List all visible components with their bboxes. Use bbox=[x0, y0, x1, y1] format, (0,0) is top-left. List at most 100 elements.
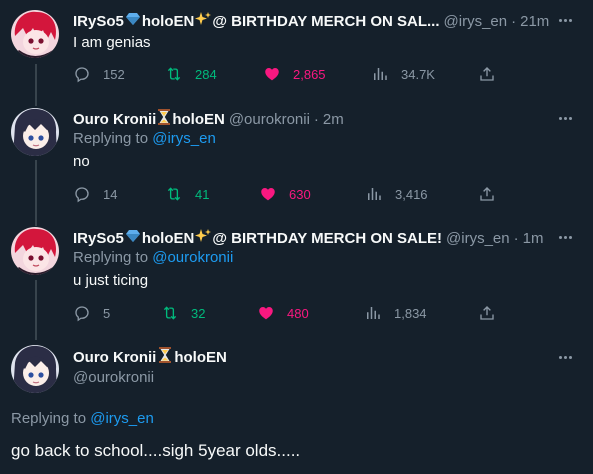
tweet[interactable]: Ouro Kronii holoEN @ourokronii · 2m Repl… bbox=[0, 108, 593, 208]
tweet-text: u just ticing bbox=[73, 272, 149, 289]
reply-icon bbox=[75, 306, 89, 322]
reply-icon bbox=[75, 67, 89, 83]
irys-avatar-icon bbox=[11, 10, 59, 58]
replying-to-link[interactable]: @ourokronii bbox=[152, 249, 233, 266]
tweet-header: IRySo5 holoEN @ BIRTHDAY MERCH ON SALE! … bbox=[73, 227, 553, 249]
display-name[interactable]: IRySo5 bbox=[73, 230, 124, 247]
like-count: 2,865 bbox=[293, 66, 326, 82]
replying-to: Replying to @irys_en bbox=[11, 410, 154, 427]
share-button[interactable] bbox=[478, 303, 508, 323]
more-options-icon[interactable] bbox=[555, 12, 575, 28]
handle[interactable]: @ourokronii bbox=[73, 369, 154, 386]
handle[interactable]: @irys_en bbox=[444, 13, 508, 30]
retweet-icon bbox=[167, 187, 181, 201]
avatar[interactable] bbox=[11, 345, 59, 393]
handle[interactable]: @irys_en bbox=[446, 230, 510, 247]
view-count: 3,416 bbox=[395, 186, 428, 202]
more-options-icon[interactable] bbox=[555, 229, 575, 245]
reply-count: 152 bbox=[103, 66, 125, 82]
kronii-avatar-icon bbox=[11, 108, 59, 156]
separator: · bbox=[511, 12, 517, 30]
share-icon bbox=[480, 67, 494, 81]
retweet-button[interactable]: 41 bbox=[165, 184, 209, 204]
reply-button[interactable]: 14 bbox=[73, 184, 117, 204]
retweet-button[interactable]: 32 bbox=[161, 303, 205, 323]
replying-to-link[interactable]: @irys_en bbox=[90, 410, 154, 427]
heart-filled-icon bbox=[259, 307, 273, 320]
avatar[interactable] bbox=[11, 108, 59, 156]
retweet-count: 32 bbox=[191, 305, 206, 321]
display-name[interactable]: Ouro Kronii bbox=[73, 111, 156, 128]
timestamp[interactable]: 1m bbox=[523, 230, 544, 247]
heart-filled-icon bbox=[261, 188, 275, 201]
replying-to: Replying to @ourokronii bbox=[73, 249, 233, 266]
share-icon bbox=[480, 306, 494, 320]
tweet-actions: 5 32 480 1,834 bbox=[73, 303, 503, 323]
tweet-text: go back to school....sigh 5year olds....… bbox=[11, 441, 301, 460]
replying-prefix: Replying to bbox=[73, 130, 149, 147]
gem-icon bbox=[125, 12, 141, 30]
replying-prefix: Replying to bbox=[73, 249, 149, 266]
share-button[interactable] bbox=[478, 64, 508, 84]
replying-to: Replying to @irys_en bbox=[73, 130, 216, 147]
main-display-name-row: Ouro Kronii holoEN bbox=[73, 347, 227, 367]
timestamp[interactable]: 21m bbox=[520, 13, 549, 30]
like-button[interactable]: 480 bbox=[257, 303, 309, 323]
handle[interactable]: @ourokronii bbox=[229, 111, 310, 128]
tweet-text: I am genias bbox=[73, 34, 151, 51]
name-suffix: holoEN bbox=[141, 229, 195, 247]
hourglass-icon bbox=[157, 109, 171, 129]
replying-to-link[interactable]: @irys_en bbox=[152, 130, 216, 147]
views-button[interactable]: 1,834 bbox=[364, 303, 427, 323]
views-button[interactable]: 34.7K bbox=[371, 64, 435, 84]
tweet-actions: 152 284 2,865 34.7K bbox=[73, 64, 503, 84]
gem-icon bbox=[125, 229, 141, 247]
view-count: 34.7K bbox=[401, 66, 435, 82]
retweet-count: 284 bbox=[195, 66, 217, 82]
tweet-actions: 14 41 630 3,416 bbox=[73, 184, 503, 204]
retweet-icon bbox=[163, 306, 177, 320]
reply-button[interactable]: 5 bbox=[73, 303, 110, 323]
like-button[interactable]: 2,865 bbox=[263, 64, 326, 84]
reply-count: 5 bbox=[103, 305, 111, 321]
hourglass-icon bbox=[158, 347, 172, 367]
tweet-text: no bbox=[73, 153, 90, 170]
kronii-avatar-icon bbox=[11, 345, 59, 393]
share-button[interactable] bbox=[478, 184, 508, 204]
heart-filled-icon bbox=[265, 68, 279, 81]
irys-avatar-icon bbox=[11, 227, 59, 275]
tweet-header: IRySo5 holoEN @ BIRTHDAY MERCH ON SAL...… bbox=[73, 10, 553, 32]
avatar[interactable] bbox=[11, 227, 59, 275]
timestamp[interactable]: 2m bbox=[323, 111, 344, 128]
display-name[interactable]: Ouro Kronii bbox=[73, 349, 156, 366]
name-suffix: holoEN bbox=[172, 110, 225, 128]
view-count: 1,834 bbox=[394, 305, 427, 321]
display-name[interactable]: IRySo5 bbox=[73, 13, 124, 30]
replying-prefix: Replying to bbox=[11, 410, 87, 427]
like-count: 630 bbox=[289, 186, 311, 202]
tweet-header: Ouro Kronii holoEN @ourokronii · 2m bbox=[73, 108, 553, 130]
reply-button[interactable]: 152 bbox=[73, 64, 125, 84]
more-options-icon[interactable] bbox=[555, 349, 575, 365]
retweet-count: 41 bbox=[195, 186, 210, 202]
views-button[interactable]: 3,416 bbox=[365, 184, 428, 204]
name-suffix: holoEN bbox=[141, 12, 195, 30]
tweet[interactable]: IRySo5 holoEN @ BIRTHDAY MERCH ON SAL...… bbox=[0, 10, 593, 90]
sparkles-icon bbox=[195, 11, 212, 31]
name-extra: @ BIRTHDAY MERCH ON SAL... bbox=[212, 12, 440, 30]
retweet-button[interactable]: 284 bbox=[165, 64, 217, 84]
like-button[interactable]: 630 bbox=[259, 184, 311, 204]
separator: · bbox=[313, 110, 319, 128]
tweet-thread: IRySo5 holoEN @ BIRTHDAY MERCH ON SAL...… bbox=[0, 0, 593, 474]
views-chart-icon bbox=[368, 188, 381, 200]
retweet-icon bbox=[167, 67, 181, 81]
views-chart-icon bbox=[367, 307, 380, 319]
name-extra: @ BIRTHDAY MERCH ON SALE! bbox=[212, 229, 443, 247]
views-chart-icon bbox=[374, 68, 387, 80]
reply-icon bbox=[75, 187, 89, 203]
tweet[interactable]: IRySo5 holoEN @ BIRTHDAY MERCH ON SALE! … bbox=[0, 227, 593, 327]
reply-count: 14 bbox=[103, 186, 118, 202]
focused-tweet: Ouro Kronii holoEN @ourokronii Replying … bbox=[0, 345, 593, 474]
more-options-icon[interactable] bbox=[555, 110, 575, 126]
avatar[interactable] bbox=[11, 10, 59, 58]
